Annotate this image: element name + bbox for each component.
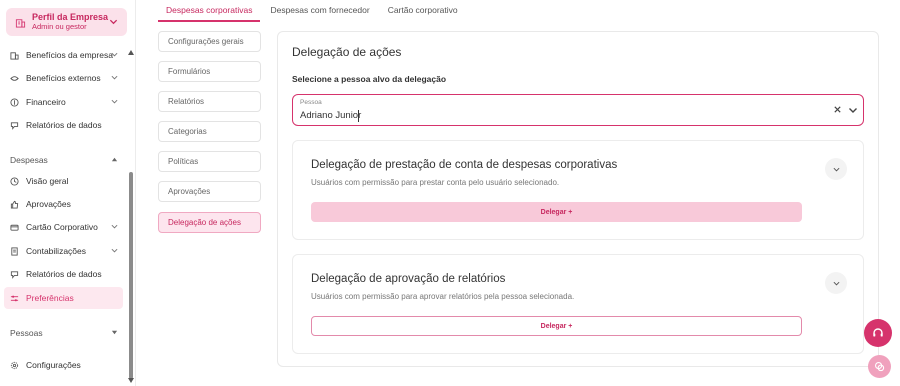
text-caret: [358, 110, 359, 122]
chevron-down-icon[interactable]: [111, 329, 118, 336]
sidebar-item-beneficios-externos[interactable]: Benefícios externos: [4, 67, 123, 89]
chevron-down-icon: [111, 247, 118, 254]
sidebar-item-label: Contabilizações: [26, 246, 87, 256]
ledger-icon: [10, 246, 19, 256]
chevron-down-icon: [111, 98, 118, 105]
expand-button[interactable]: [825, 158, 847, 180]
chevron-down-icon: [833, 281, 839, 285]
delegation-card-reports: Delegação de aprovação de relatórios Usu…: [292, 254, 864, 354]
chevron-up-icon[interactable]: [111, 156, 118, 163]
submenu-aprovacoes[interactable]: Aprovações: [158, 181, 261, 202]
delegate-button[interactable]: Delegar +: [311, 202, 802, 222]
sidebar-item-configuracoes[interactable]: Configurações: [4, 354, 123, 376]
card-description: Usuários com permissão para prestar cont…: [311, 178, 560, 187]
chevron-down-icon[interactable]: [848, 105, 858, 115]
tab-despesas-corporativas[interactable]: Despesas corporativas: [158, 0, 261, 22]
sidebar-item-label: Relatórios de dados: [26, 120, 102, 130]
gear-icon: [10, 361, 19, 370]
card-icon: [10, 223, 19, 232]
sidebar-item-label: Financeiro: [26, 97, 66, 107]
report-icon: [10, 121, 19, 130]
person-field-label: Pessoa: [300, 99, 322, 106]
chevron-down-icon: [833, 167, 839, 171]
delegate-button[interactable]: Delegar +: [311, 316, 802, 336]
report-icon: [10, 270, 19, 279]
chat-icon: [875, 362, 885, 372]
sliders-icon: [10, 294, 19, 303]
page-title: Delegação de ações: [292, 45, 402, 59]
delegation-card-expenses: Delegação de prestação de conta de despe…: [292, 140, 864, 240]
submenu-configuracoes-gerais[interactable]: Configurações gerais: [158, 31, 261, 52]
section-pessoas[interactable]: Pessoas: [10, 328, 43, 338]
profile-name: Perfil da Empresa: [32, 12, 109, 22]
profile-switcher[interactable]: Perfil da Empresa Admin ou gestor: [6, 8, 127, 36]
sidebar-item-aprovacoes[interactable]: Aprovações: [4, 193, 123, 215]
submenu-politicas[interactable]: Políticas: [158, 151, 261, 172]
tab-bar: Despesas corporativas Despesas com forne…: [158, 0, 468, 22]
sidebar-item-label: Preferências: [26, 293, 74, 303]
submenu-delegacao-acoes[interactable]: Delegação de ações: [158, 212, 261, 233]
sidebar-item-cartao-corporativo[interactable]: Cartão Corporativo: [4, 216, 123, 238]
profile-role: Admin ou gestor: [32, 22, 87, 31]
section-despesas[interactable]: Despesas: [10, 155, 48, 165]
chat-button[interactable]: [868, 355, 891, 378]
sidebar-item-preferencias[interactable]: Preferências: [4, 287, 123, 309]
chevron-down-icon: [111, 74, 118, 81]
submenu-categorias[interactable]: Categorias: [158, 121, 261, 142]
tab-despesas-fornecedor[interactable]: Despesas com fornecedor: [262, 0, 377, 22]
chevron-down-icon: [111, 51, 118, 58]
delegation-panel: Delegação de ações Selecione a pessoa al…: [277, 31, 879, 367]
sidebar-item-beneficios-empresa[interactable]: Benefícios da empresa: [4, 44, 123, 66]
sidebar-item-label: Cartão Corporativo: [26, 222, 98, 232]
dollar-icon: [10, 97, 19, 107]
submenu-relatorios[interactable]: Relatórios: [158, 91, 261, 112]
sidebar-item-label: Aprovações: [26, 199, 71, 209]
sidebar-item-visao-geral[interactable]: Visão geral: [4, 170, 123, 192]
person-select[interactable]: Pessoa Adriano Junior: [292, 94, 864, 126]
chevron-down-icon: [111, 223, 118, 230]
sidebar-item-label: Configurações: [26, 360, 81, 370]
sidebar-item-relatorios-dados-despesas[interactable]: Relatórios de dados: [4, 263, 123, 285]
gift-icon: [10, 74, 19, 83]
sidebar: Perfil da Empresa Admin ou gestor Benefí…: [0, 0, 136, 386]
section-subtitle: Selecione a pessoa alvo da delegação: [292, 74, 447, 84]
support-button[interactable]: [864, 319, 892, 347]
chevron-down-icon: [109, 17, 118, 26]
sidebar-scrollbar[interactable]: [129, 172, 133, 379]
thumbs-up-icon: [10, 200, 19, 209]
sidebar-item-label: Relatórios de dados: [26, 269, 102, 279]
card-title: Delegação de prestação de conta de despe…: [311, 159, 618, 171]
scroll-up-icon[interactable]: [128, 50, 134, 55]
building-icon: [10, 51, 19, 60]
clock-icon: [10, 176, 19, 186]
submenu-formularios[interactable]: Formulários: [158, 61, 261, 82]
company-icon: [15, 17, 26, 28]
headset-icon: [873, 328, 883, 337]
sidebar-item-relatorios-dados[interactable]: Relatórios de dados: [4, 114, 123, 136]
sidebar-item-financeiro[interactable]: Financeiro: [4, 91, 123, 113]
card-title: Delegação de aprovação de relatórios: [311, 273, 506, 285]
person-field-value[interactable]: Adriano Junior: [300, 110, 361, 121]
close-icon[interactable]: [833, 105, 842, 114]
sidebar-item-contabilizacoes[interactable]: Contabilizações: [4, 240, 123, 262]
card-description: Usuários com permissão para aprovar rela…: [311, 292, 575, 301]
tab-cartao-corporativo[interactable]: Cartão corporativo: [380, 0, 466, 22]
sidebar-item-label: Visão geral: [26, 176, 69, 186]
scroll-down-icon[interactable]: [128, 378, 134, 383]
sidebar-item-label: Benefícios da empresa: [26, 50, 113, 60]
expand-button[interactable]: [825, 272, 847, 294]
sidebar-item-label: Benefícios externos: [26, 73, 101, 83]
